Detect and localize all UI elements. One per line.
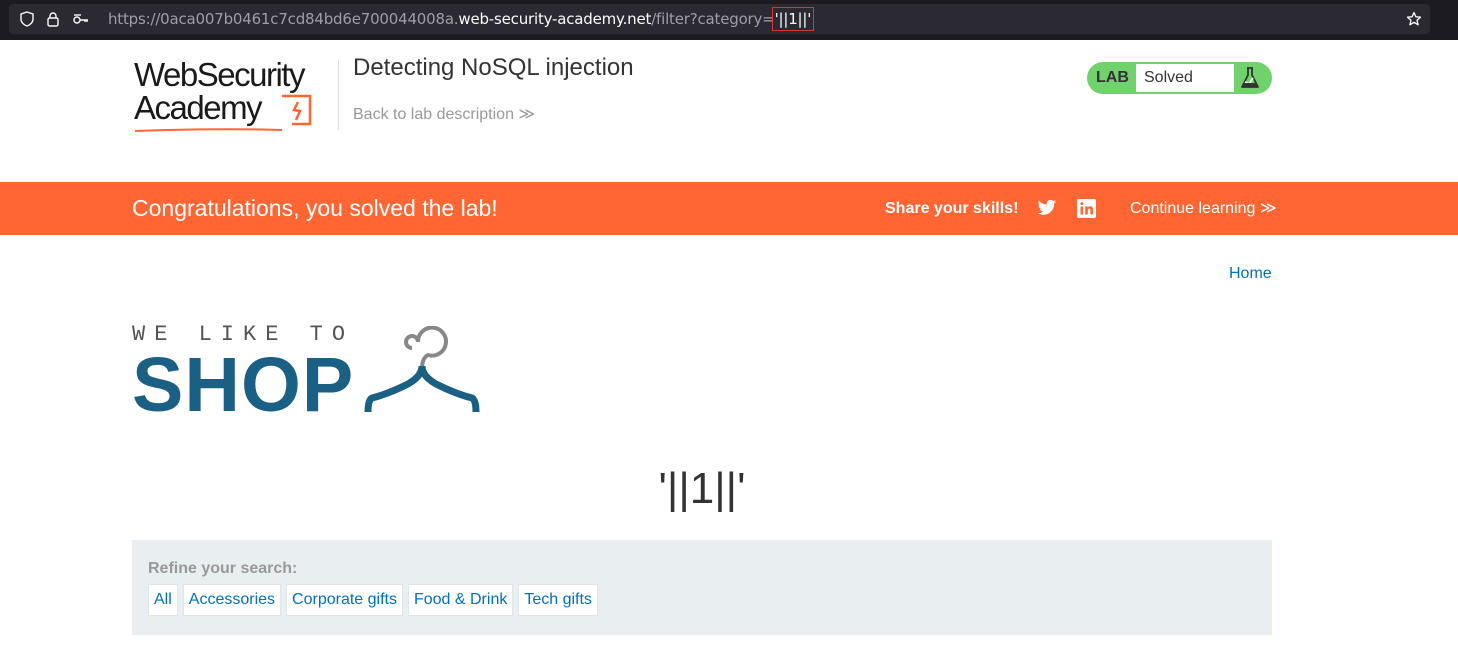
url-domain: web-security-academy.net	[458, 10, 652, 28]
filter-food-and-drink[interactable]: Food & Drink	[407, 584, 514, 616]
category-filter-list: All Accessories Corporate gifts Food & D…	[148, 584, 598, 616]
shop-logo: WE LIKE TO SHOP	[132, 322, 480, 428]
filter-all[interactable]: All	[148, 584, 178, 616]
logo-underline	[134, 128, 283, 132]
back-to-lab-description-link[interactable]: Back to lab description ≫	[353, 104, 535, 124]
filter-accessories[interactable]: Accessories	[182, 584, 282, 616]
header-divider	[338, 60, 339, 130]
refine-search-label: Refine your search:	[148, 560, 298, 577]
url-prefix: https://0aca007b0461c7cd84bd6e700044008a…	[108, 10, 459, 28]
shield-icon[interactable]	[17, 4, 37, 34]
category-heading: '||1||'	[658, 464, 746, 513]
continue-learning-link[interactable]: Continue learning ≫	[1130, 182, 1277, 235]
lab-status-widget: LAB Solved	[1087, 62, 1272, 94]
filter-tech-gifts[interactable]: Tech gifts	[518, 584, 598, 616]
browser-toolbar: https://0aca007b0461c7cd84bd6e700044008a…	[0, 0, 1458, 40]
home-link[interactable]: Home	[1229, 265, 1272, 283]
share-skills-label: Share your skills!	[885, 200, 1019, 217]
filter-corporate-gifts[interactable]: Corporate gifts	[286, 584, 403, 616]
url-text[interactable]: https://0aca007b0461c7cd84bd6e700044008a…	[108, 4, 815, 34]
logo-line-1: WebSecurity	[134, 56, 305, 93]
key-icon[interactable]	[71, 4, 91, 34]
flask-icon	[1239, 66, 1261, 95]
twitter-icon[interactable]	[1037, 199, 1057, 222]
url-param-highlight: '||1||'	[771, 7, 815, 31]
solved-banner: Congratulations, you solved the lab! Sha…	[0, 182, 1458, 235]
url-path: /filter?category=	[651, 10, 775, 28]
lab-title: Detecting NoSQL injection	[353, 54, 634, 81]
lab-badge: LAB	[1096, 69, 1129, 86]
linkedin-icon[interactable]	[1077, 199, 1096, 223]
lock-icon[interactable]	[43, 4, 63, 34]
logo-line-2: Academy	[134, 89, 263, 126]
filter-panel: Refine your search: All Accessories Corp…	[132, 540, 1272, 635]
academy-logo-mark-icon	[282, 94, 312, 126]
star-icon[interactable]	[1404, 4, 1424, 34]
lab-status-text: Solved	[1136, 64, 1234, 92]
hanger-icon	[364, 326, 480, 413]
web-security-academy-logo[interactable]: WebSecurity Academy	[134, 56, 312, 132]
congratulations-message: Congratulations, you solved the lab!	[132, 195, 498, 221]
shop-logo-word: SHOP	[132, 342, 355, 428]
address-bar[interactable]: https://0aca007b0461c7cd84bd6e700044008a…	[9, 4, 1430, 34]
